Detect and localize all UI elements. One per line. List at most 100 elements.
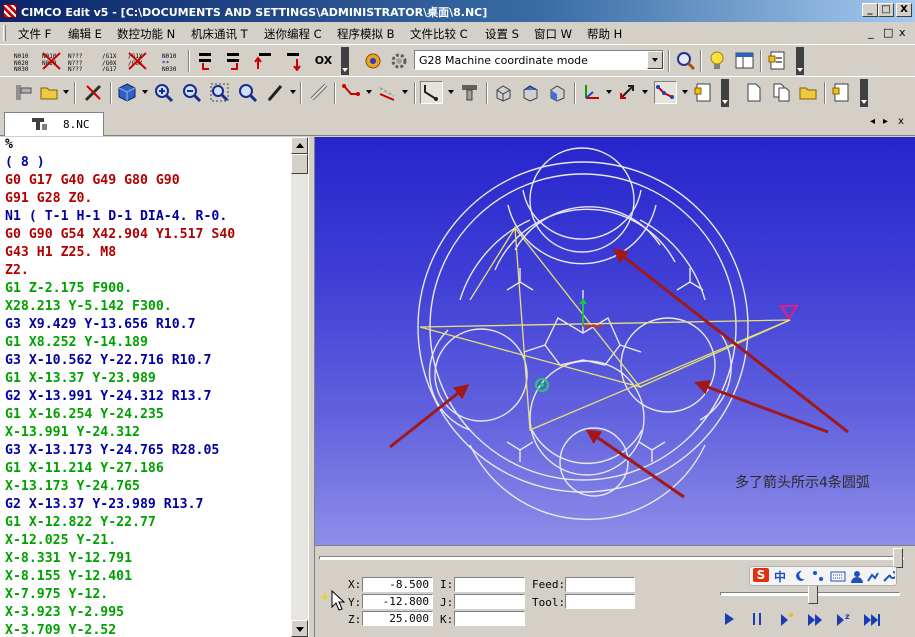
nc-code-editor[interactable]: % ( 8 ) G0 G17 G40 G49 G80 G90 G91 G28 Z0. N…: [0, 137, 291, 637]
code-line[interactable]: G2 X-13.991 Y-24.312 R13.7: [5, 389, 211, 404]
hint-bulb-icon[interactable]: [706, 49, 729, 72]
zoom-fit-icon[interactable]: [208, 81, 231, 104]
scroll-down-icon[interactable]: [291, 620, 308, 637]
axes-icon[interactable]: [580, 81, 603, 104]
code-line[interactable]: ( 8 ): [5, 155, 45, 170]
scroll-up-icon[interactable]: [291, 137, 308, 154]
rapid-moves-icon[interactable]: [376, 81, 399, 104]
tab-scroll-right-icon[interactable]: ▸: [883, 116, 888, 127]
file-properties-icon[interactable]: [830, 81, 853, 104]
progress-slider-thumb[interactable]: [893, 548, 903, 568]
view-top-icon[interactable]: [519, 81, 542, 104]
folder-icon[interactable]: [797, 81, 820, 104]
code-line[interactable]: G3 X-13.173 Y-24.765 R28.05: [5, 443, 219, 458]
menu-machine-comm[interactable]: 机床通讯 T: [191, 26, 248, 42]
menu-simulation[interactable]: 程序模拟 B: [337, 26, 395, 42]
menu-help[interactable]: 帮助 H: [587, 26, 622, 42]
move-down-icon[interactable]: [280, 49, 303, 72]
new-file-icon[interactable]: [742, 81, 765, 104]
fast-forward-button[interactable]: [806, 611, 826, 629]
show-points-icon[interactable]: [654, 81, 677, 104]
remove-numbers-icon[interactable]: N010N020: [40, 49, 63, 72]
code-line[interactable]: X-8.331 Y-12.791: [5, 551, 132, 566]
scroll-thumb[interactable]: [291, 154, 308, 174]
ime-toolbar[interactable]: S 中: [749, 566, 897, 586]
doc-minimize-button[interactable]: _: [868, 26, 874, 39]
menu-file-compare[interactable]: 文件比较 C: [410, 26, 468, 42]
reset-simulation-icon[interactable]: [82, 81, 105, 104]
tool-holder-icon[interactable]: [458, 81, 481, 104]
insert-lines-icon[interactable]: [194, 49, 217, 72]
menu-file[interactable]: 文件 F: [18, 26, 51, 42]
simulation-settings-icon[interactable]: [362, 49, 385, 72]
code-line[interactable]: G3 X-10.562 Y-22.716 R10.7: [5, 353, 211, 368]
view-front-icon[interactable]: [546, 81, 569, 104]
zoom-out-icon[interactable]: [180, 81, 203, 104]
user-icon[interactable]: [850, 570, 864, 583]
code-line[interactable]: G1 X8.252 Y-14.189: [5, 335, 148, 350]
code-line[interactable]: G1 X-13.37 Y-23.989: [5, 371, 156, 386]
menu-settings[interactable]: 设置 S: [485, 26, 519, 42]
pen-icon[interactable]: [264, 81, 287, 104]
menu-window[interactable]: 窗口 W: [534, 26, 572, 42]
pause-button[interactable]: [747, 611, 767, 629]
skin-icon[interactable]: [866, 570, 879, 583]
code-line[interactable]: %: [5, 137, 13, 152]
machine-icon[interactable]: [12, 81, 35, 104]
toolbar-options-icon[interactable]: [341, 47, 349, 75]
copy-file-icon[interactable]: [770, 81, 793, 104]
code-line[interactable]: Z2.: [5, 263, 29, 278]
speed-slider-thumb[interactable]: [808, 584, 818, 604]
solid-view-icon[interactable]: [116, 81, 139, 104]
doc-close-button[interactable]: x: [899, 26, 906, 39]
zoom-window-icon[interactable]: [236, 81, 259, 104]
gear-icon[interactable]: [388, 49, 411, 72]
properties-icon[interactable]: [766, 49, 789, 72]
menu-edit[interactable]: 编辑 E: [68, 26, 102, 42]
pane-splitter[interactable]: [308, 137, 315, 637]
ox-button[interactable]: OX: [312, 49, 335, 72]
doc-restore-button[interactable]: □: [883, 26, 893, 39]
progress-slider-track[interactable]: [319, 556, 904, 560]
toolbar-options-icon-3[interactable]: [721, 79, 729, 107]
find-icon[interactable]: [674, 49, 697, 72]
code-line[interactable]: G0 G90 G54 X42.904 Y1.517 S40: [5, 227, 235, 242]
code-line[interactable]: X-13.173 Y-24.765: [5, 479, 140, 494]
code-line[interactable]: N1 ( T-1 H-1 D-1 DIA-4. R-0.: [5, 209, 227, 224]
tab-close-icon[interactable]: x: [898, 116, 904, 127]
toolbar-options-icon-4[interactable]: [860, 79, 868, 107]
chevron-down-icon[interactable]: [647, 51, 663, 69]
wrench-icon[interactable]: [882, 570, 895, 583]
play-button[interactable]: [719, 611, 739, 629]
delete-lines-icon[interactable]: [222, 49, 245, 72]
renumber-icon[interactable]: N010 N020 N030: [12, 49, 35, 73]
code-line[interactable]: X-3.923 Y-2.995: [5, 605, 124, 620]
tab-scroll-left-icon[interactable]: ◂: [870, 116, 875, 127]
code-line[interactable]: G3 X9.429 Y-13.656 R10.7: [5, 317, 196, 332]
minimize-button[interactable]: _: [862, 3, 878, 17]
code-line[interactable]: X-3.709 Y-2.52: [5, 623, 116, 637]
backplot-settings-icon[interactable]: [692, 81, 715, 104]
skip-to-end-button[interactable]: [862, 611, 882, 629]
code-line[interactable]: G2 X-13.37 Y-23.989 R13.7: [5, 497, 204, 512]
close-button[interactable]: X: [896, 3, 912, 17]
add-spaces-icon[interactable]: /G1X/G0X/G17: [100, 49, 123, 73]
layout-icon[interactable]: [733, 49, 756, 72]
menu-nc-functions[interactable]: 数控功能 N: [117, 26, 175, 42]
code-line[interactable]: G0 G17 G40 G49 G80 G90: [5, 173, 180, 188]
keyboard-icon[interactable]: [830, 570, 846, 582]
tab-8-nc[interactable]: 8.NC: [4, 112, 104, 136]
step-button[interactable]: [777, 611, 797, 629]
remove-spaces-icon[interactable]: /G1X/G0X: [126, 49, 149, 72]
toolbar-options-icon-2[interactable]: [796, 47, 804, 75]
show-toolpath-icon[interactable]: [420, 81, 443, 104]
measure-icon[interactable]: [308, 81, 331, 104]
code-line[interactable]: G1 X-16.254 Y-24.235: [5, 407, 164, 422]
step-z-button[interactable]: z: [834, 611, 854, 629]
editor-scrollbar[interactable]: [291, 137, 308, 637]
rotate-view-icon[interactable]: [616, 81, 639, 104]
code-line[interactable]: X-7.975 Y-12.: [5, 587, 108, 602]
view-iso-icon[interactable]: [492, 81, 515, 104]
open-folder-icon[interactable]: [38, 81, 61, 104]
zoom-in-icon[interactable]: [152, 81, 175, 104]
